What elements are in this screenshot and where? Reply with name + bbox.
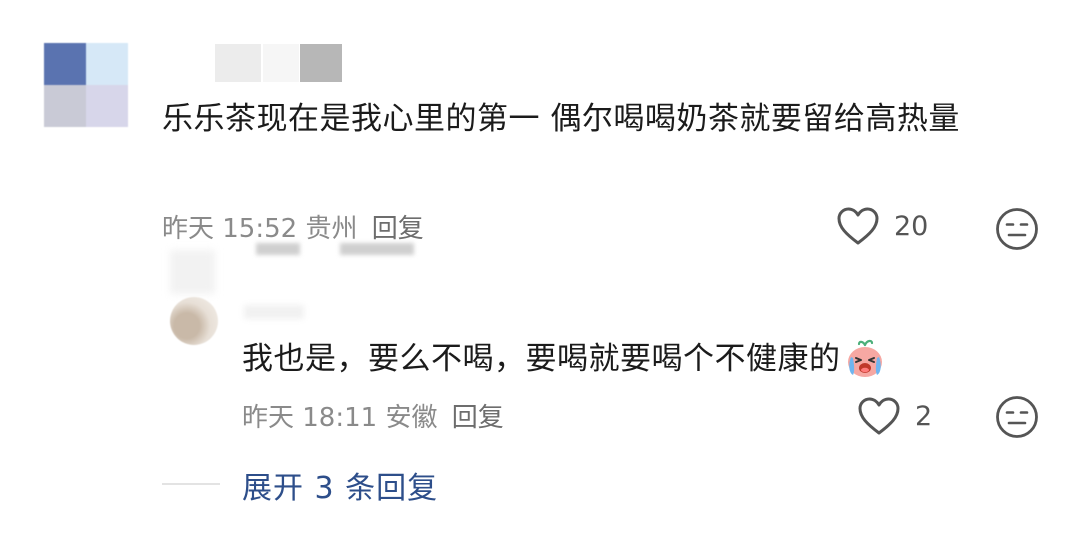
redacted-strip — [340, 243, 414, 255]
like-button[interactable]: 2 — [857, 396, 932, 436]
expand-replies-button[interactable]: 展开 3 条回复 — [242, 463, 438, 507]
reply-avatar[interactable] — [170, 297, 218, 345]
heart-outline-icon — [858, 397, 900, 435]
reply-meta: 昨天 18:11 安徽 回复 — [242, 397, 504, 434]
reply-button[interactable]: 回复 — [372, 214, 424, 244]
avatar-tile — [86, 85, 128, 127]
reply-location: 安徽 — [385, 403, 438, 433]
avatar[interactable] — [44, 43, 128, 127]
reply-username-redacted[interactable] — [244, 305, 304, 319]
like-count: 20 — [894, 210, 929, 242]
expand-divider — [162, 483, 220, 485]
username-redacted[interactable] — [300, 44, 342, 82]
username-redacted[interactable] — [215, 44, 261, 82]
comment-time: 昨天 15:52 — [162, 214, 298, 244]
meh-face-icon[interactable] — [995, 207, 1039, 251]
reply-time: 昨天 18:11 — [242, 403, 378, 433]
reply-text-row: 我也是，要么不喝，要喝就要喝个不健康的 — [242, 337, 887, 381]
avatar-tile — [44, 43, 86, 85]
avatar-tile — [44, 85, 86, 127]
crying-face-emoji — [847, 339, 882, 377]
heart-outline-icon — [837, 207, 879, 245]
comment-location: 贵州 — [305, 214, 358, 244]
like-count: 2 — [915, 400, 933, 432]
comment-meta: 昨天 15:52 贵州 回复 — [162, 208, 424, 245]
username-redacted[interactable] — [263, 44, 299, 82]
comment-text: 乐乐茶现在是我心里的第一 偶尔喝喝奶茶就要留给高热量 — [162, 101, 960, 137]
reply-button[interactable]: 回复 — [452, 403, 504, 433]
reply-text: 我也是，要么不喝，要喝就要喝个不健康的 — [242, 341, 841, 377]
meh-face-icon[interactable] — [995, 395, 1039, 439]
avatar-tile — [86, 43, 128, 85]
like-button[interactable]: 20 — [836, 206, 928, 246]
redacted-blob — [170, 250, 215, 294]
redacted-strip — [256, 243, 300, 255]
